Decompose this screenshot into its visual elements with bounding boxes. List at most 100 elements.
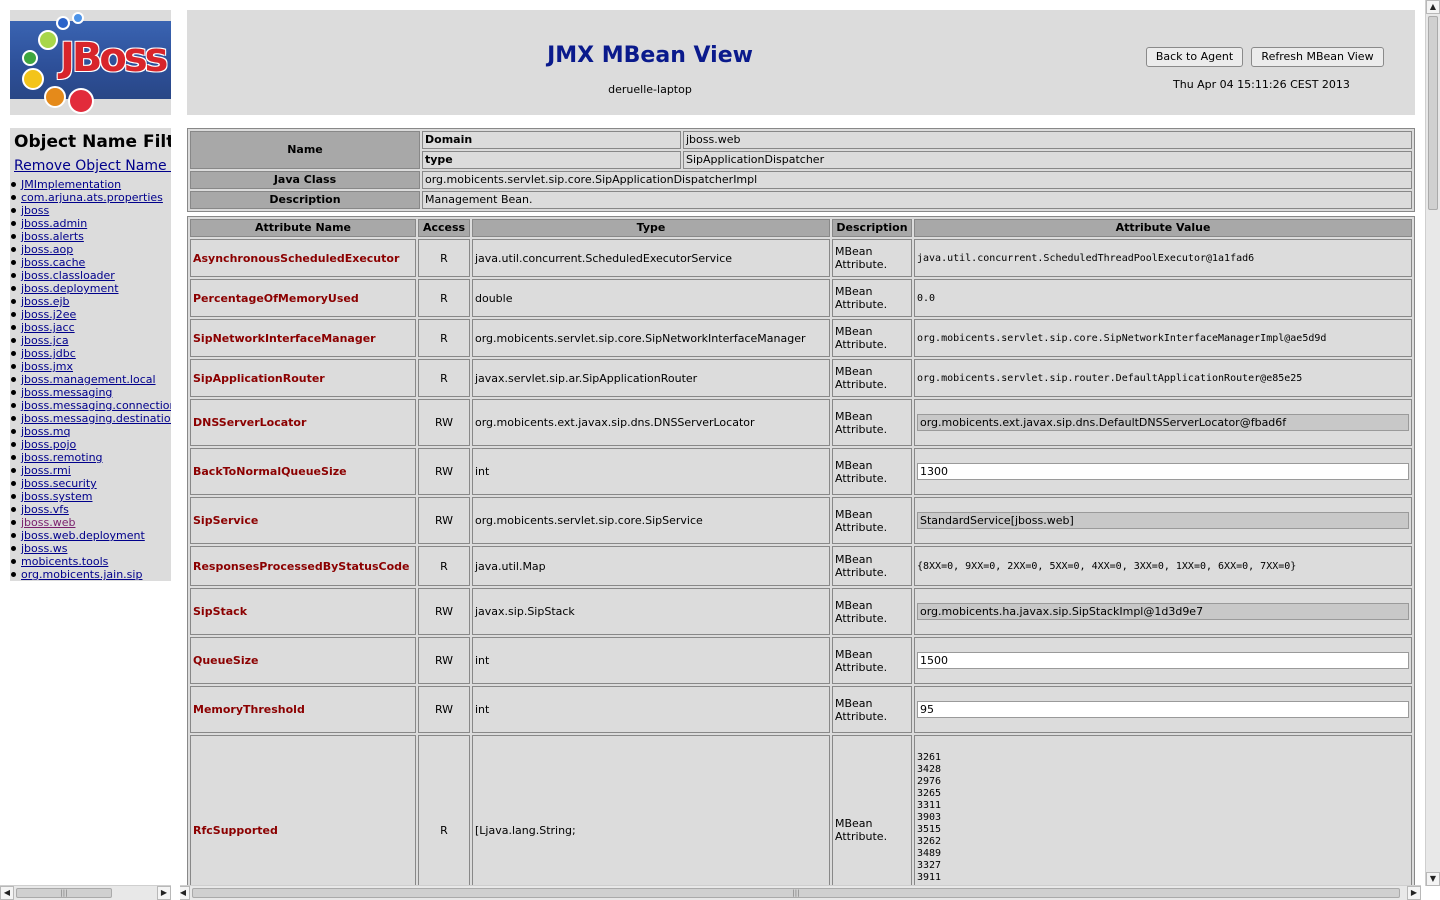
domain-link[interactable]: mobicents.tools [21,555,108,568]
domain-link[interactable]: jboss.management.local [21,373,156,386]
domain-list-item: jboss.pojo [10,438,171,451]
domain-link[interactable]: org.mobicents.jain.sip [21,568,142,581]
attribute-value: java.util.concurrent.ScheduledThreadPool… [914,239,1412,277]
attribute-description: MBean Attribute. [832,239,912,277]
domain-list-item: jboss.ejb [10,295,171,308]
domain-link[interactable]: jboss.jca [21,334,69,347]
scroll-left-arrow-icon[interactable]: ◀ [180,886,190,900]
domain-link[interactable]: jboss.vfs [21,503,69,516]
domain-link[interactable]: jboss.ejb [21,295,70,308]
scroll-down-arrow-icon[interactable]: ▼ [1426,872,1440,886]
object-name-filter-panel: Object Name Filter Remove Object Name Fi… [10,128,171,581]
attribute-row: SipNetworkInterfaceManager Rorg.mobicents… [190,319,1412,357]
attribute-type: java.util.concurrent.ScheduledExecutorSe… [472,239,830,277]
refresh-mbean-view-button[interactable]: Refresh MBean View [1251,47,1384,67]
scroll-up-arrow-icon[interactable]: ▲ [1426,0,1440,14]
readonly-value-field: StandardService[jboss.web] [917,512,1409,529]
right-frame: JMX MBean View deruelle-laptop Back to A… [180,0,1440,900]
header-type: Type [472,219,830,237]
bullet-icon [11,546,16,551]
attribute-access: R [418,239,470,277]
bullet-icon [11,182,16,187]
domain-link[interactable]: jboss.messaging [21,386,112,399]
rfc-number: 3911 [917,872,942,883]
domain-list-item: com.arjuna.ats.properties [10,191,171,204]
domain-link[interactable]: jboss.remoting [21,451,103,464]
attribute-description: MBean Attribute. [832,686,912,733]
remove-filter-link[interactable]: Remove Object Name Filter [14,158,171,175]
logo-wordmark: JBoss [60,35,168,81]
attribute-value [914,448,1412,495]
domain-link[interactable]: jboss.deployment [21,282,119,295]
attribute-access: RW [418,637,470,684]
bullet-icon [11,390,16,395]
left-horizontal-scrollbar[interactable]: ◀ ||| ▶ [0,885,171,900]
domain-link[interactable]: jboss.j2ee [21,308,76,321]
rfc-number: 2976 [917,776,942,787]
domain-list-item: jboss.system [10,490,171,503]
main-horizontal-scrollbar[interactable]: ◀ ||| ▶ [180,885,1421,900]
domain-link[interactable]: com.arjuna.ats.properties [21,191,163,204]
domain-link[interactable]: jboss.admin [21,217,87,230]
domain-link[interactable]: jboss.messaging.connectionfactory [21,399,171,412]
domain-list-item: jboss.web.deployment [10,529,171,542]
attribute-value-input[interactable] [917,463,1409,480]
logo-dot-icon [68,88,94,114]
bullet-icon [11,403,16,408]
attribute-name: SipApplicationRouter [190,359,416,397]
domain-list-item: jboss.web [10,516,171,529]
domain-link[interactable]: jboss.alerts [21,230,84,243]
scroll-left-arrow-icon[interactable]: ◀ [0,886,14,900]
domain-link[interactable]: jboss.jdbc [21,347,76,360]
domain-link[interactable]: jboss.ws [21,542,67,555]
scroll-right-arrow-icon[interactable]: ▶ [157,886,171,900]
attribute-description: MBean Attribute. [832,637,912,684]
attribute-value: org.mobicents.servlet.sip.core.SipNetwor… [914,319,1412,357]
domain-link[interactable]: jboss.mq [21,425,70,438]
attribute-name: MemoryThreshold [190,686,416,733]
domain-link[interactable]: jboss.web.deployment [21,529,145,542]
scrollbar-thumb[interactable]: ||| [192,888,1400,898]
attribute-value-input[interactable] [917,652,1409,669]
main-vertical-scrollbar[interactable]: ▲ ▼ [1425,0,1440,886]
domain-link[interactable]: JMImplementation [21,178,121,191]
bullet-icon [11,494,16,499]
domain-link[interactable]: jboss.classloader [21,269,115,282]
bullet-icon [11,351,16,356]
attribute-access: R [418,546,470,586]
jboss-logo: JBoss [10,10,171,115]
domain-link[interactable]: jboss.aop [21,243,73,256]
attribute-access: RW [418,448,470,495]
domain-link[interactable]: jboss.security [21,477,97,490]
attribute-type: java.util.Map [472,546,830,586]
domain-link[interactable]: jboss.messaging.destination [21,412,171,425]
scrollbar-thumb[interactable] [1428,16,1438,210]
host-name: deruelle-laptop [608,83,692,96]
domain-list-item: mobicents.tools [10,555,171,568]
attribute-value-input[interactable] [917,701,1409,718]
scroll-right-arrow-icon[interactable]: ▶ [1407,886,1421,900]
domain-link[interactable]: jboss.jmx [21,360,73,373]
domain-link[interactable]: jboss.system [21,490,93,503]
logo-dot-icon [22,50,38,66]
bullet-icon [11,520,16,525]
bullet-icon [11,559,16,564]
domain-link[interactable]: jboss.rmi [21,464,71,477]
attribute-type: org.mobicents.ext.javax.sip.dns.DNSServe… [472,399,830,446]
java-class-label: Java Class [190,171,420,189]
bullet-icon [11,429,16,434]
domain-link[interactable]: jboss.jacc [21,321,75,334]
header-access: Access [418,219,470,237]
domain-link[interactable]: jboss.web [21,516,75,529]
type-value: SipApplicationDispatcher [683,151,1412,169]
attribute-description: MBean Attribute. [832,546,912,586]
timestamp: Thu Apr 04 15:11:26 CEST 2013 [1173,78,1350,91]
domain-link[interactable]: jboss.pojo [21,438,76,451]
attribute-description: MBean Attribute. [832,448,912,495]
domain-link[interactable]: jboss [21,204,49,217]
attribute-type: int [472,686,830,733]
scrollbar-thumb[interactable]: ||| [16,888,112,898]
domain-link[interactable]: jboss.cache [21,256,85,269]
back-to-agent-button[interactable]: Back to Agent [1146,47,1243,67]
bullet-icon [11,507,16,512]
